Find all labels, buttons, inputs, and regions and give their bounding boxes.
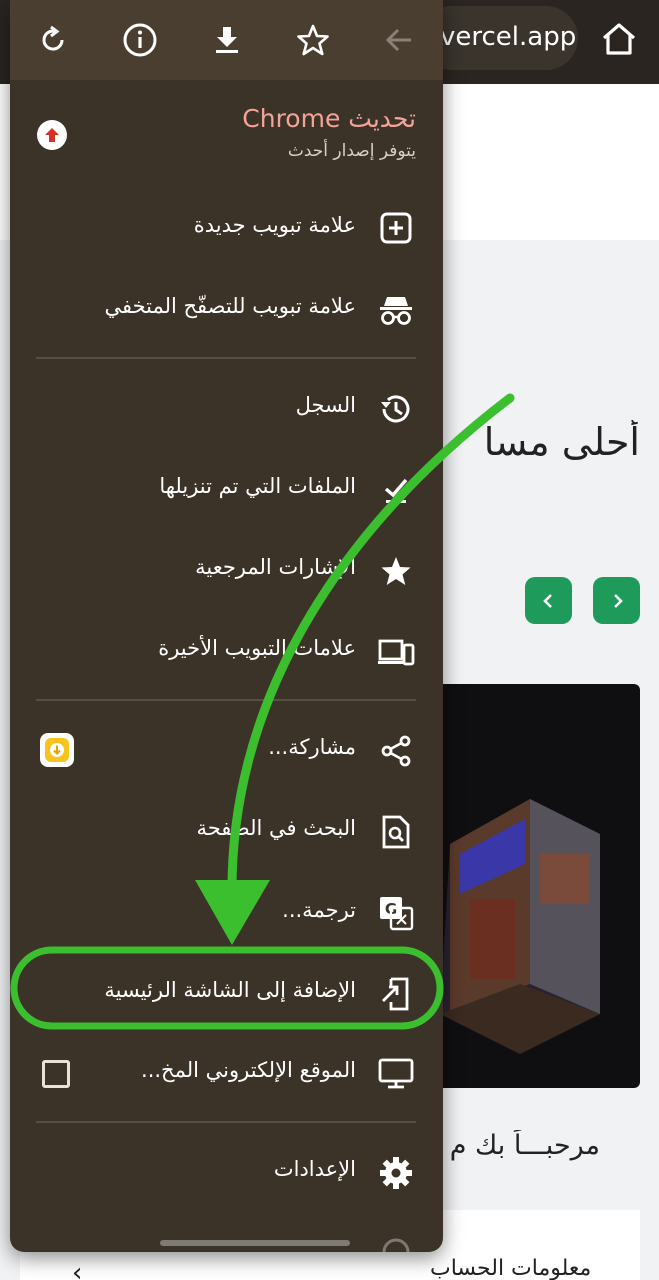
menu-divider: [36, 357, 416, 359]
translate-icon: G: [376, 893, 416, 933]
menu-item-incognito-tab[interactable]: علامة تبويب للتصفّح المتخفي: [104, 294, 356, 318]
carousel-next-button[interactable]: [593, 577, 640, 624]
carousel-prev-button[interactable]: [525, 577, 572, 624]
menu-item-settings[interactable]: الإعدادات: [274, 1157, 356, 1181]
chrome-overflow-menu: تحديث Chrome يتوفر إصدار أحدث علامة تبوي…: [10, 0, 443, 1252]
menu-item-downloads[interactable]: الملفات التي تم تنزيلها: [159, 474, 356, 498]
desktop-monitor-icon: [376, 1054, 416, 1094]
find-in-page-icon: [376, 812, 416, 852]
share-icon: [376, 731, 416, 771]
bookmarks-star-icon: [376, 551, 416, 591]
account-info-link[interactable]: معلومات الحساب: [430, 1256, 591, 1280]
welcome-heading: مرحبـــاً بك م: [449, 1130, 600, 1161]
game-scene-image[interactable]: [420, 684, 640, 1088]
update-chrome-title[interactable]: تحديث Chrome: [242, 104, 416, 133]
menu-item-share[interactable]: مشاركة...: [268, 735, 356, 759]
hero-title: أحلى مسا: [483, 420, 640, 464]
menu-toolbar: [10, 0, 443, 80]
add-to-home-screen-icon: [376, 974, 416, 1014]
incognito-icon: [376, 290, 416, 330]
menu-item-add-to-home-screen[interactable]: الإضافة إلى الشاشة الرئيسية: [104, 978, 356, 1002]
menu-divider: [36, 1121, 416, 1123]
bookmark-star-icon[interactable]: [293, 20, 333, 60]
menu-item-history[interactable]: السجل: [296, 393, 356, 417]
desktop-site-checkbox[interactable]: [42, 1060, 70, 1088]
menu-item-new-tab[interactable]: علامة تبويب جديدة: [194, 213, 356, 237]
chevron-left-icon[interactable]: ‹: [72, 1258, 82, 1280]
reload-icon[interactable]: [33, 20, 73, 60]
info-icon[interactable]: [120, 20, 160, 60]
update-arrow-icon: [37, 120, 67, 150]
menu-item-find-in-page[interactable]: البحث في الصفحة: [196, 816, 356, 840]
update-chrome-subtitle: يتوفر إصدار أحدث: [287, 141, 416, 161]
menu-divider: [36, 699, 416, 701]
history-icon: [376, 389, 416, 429]
address-bar-url: vercel.app: [440, 22, 577, 52]
menu-item-recent-tabs[interactable]: علامات التبويب الأخيرة: [158, 636, 356, 660]
settings-gear-icon: [376, 1153, 416, 1193]
home-icon[interactable]: [598, 18, 640, 60]
back-arrow-icon[interactable]: [379, 20, 419, 60]
share-target-app-icon[interactable]: [40, 733, 74, 767]
menu-item-translate[interactable]: ترجمة...: [282, 898, 356, 922]
download-icon[interactable]: [207, 20, 247, 60]
devices-icon: [376, 632, 416, 672]
menu-item-bookmarks[interactable]: الإشارات المرجعية: [195, 555, 356, 579]
chevron-right-icon: [613, 593, 623, 608]
downloads-check-icon: [376, 470, 416, 510]
chevron-left-icon: [542, 593, 552, 608]
menu-item-help-partial: [10, 1222, 443, 1252]
new-tab-icon: [376, 208, 416, 248]
menu-item-desktop-site[interactable]: الموقع الإلكتروني المخ...: [141, 1058, 356, 1082]
